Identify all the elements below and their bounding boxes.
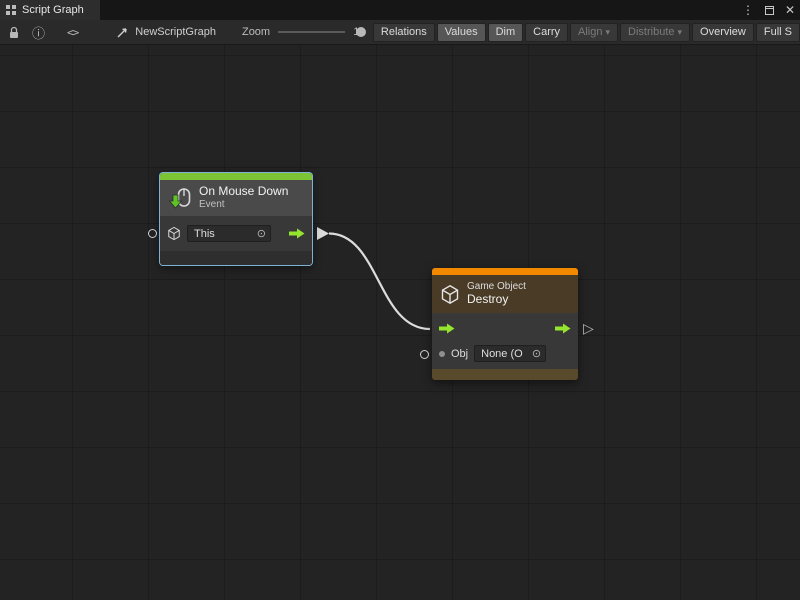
- event-node-input-port[interactable]: [148, 229, 157, 238]
- event-node-header: On Mouse Down Event: [160, 180, 312, 216]
- code-icon[interactable]: <>: [67, 26, 78, 39]
- param-label: Obj: [451, 348, 468, 360]
- window-controls: ⋮ ✕: [742, 0, 795, 20]
- relations-button[interactable]: Relations: [373, 23, 435, 42]
- script-graph-window: Script Graph ⋮ ✕ ⓘ <> NewScriptGraph: [0, 0, 800, 600]
- tab-script-graph[interactable]: Script Graph: [0, 0, 100, 20]
- event-node-port-row: This ⊙: [160, 216, 312, 251]
- graph-toolbar: ⓘ <> NewScriptGraph Zoom 1x Relations Va…: [0, 20, 800, 45]
- lock-icon[interactable]: [8, 26, 20, 39]
- maximize-icon[interactable]: [765, 6, 774, 15]
- button-label: Overview: [700, 26, 746, 38]
- window-menu-icon[interactable]: ⋮: [742, 0, 754, 20]
- connection-wire[interactable]: [329, 234, 430, 330]
- object-picker-icon[interactable]: ⊙: [532, 347, 541, 360]
- close-icon[interactable]: ✕: [785, 0, 795, 20]
- graph-pointer-icon: [116, 26, 129, 39]
- event-node-titles: On Mouse Down Event: [199, 185, 288, 210]
- fullscreen-button[interactable]: Full S: [756, 23, 800, 42]
- zoom-slider-track[interactable]: [278, 31, 345, 33]
- button-label: Full S: [764, 26, 792, 38]
- trigger-input-port-icon[interactable]: [439, 323, 455, 334]
- button-label: Relations: [381, 26, 427, 38]
- button-label: Distribute: [628, 26, 674, 38]
- zoom-label: Zoom: [242, 26, 270, 38]
- button-label: Values: [445, 26, 478, 38]
- overview-button[interactable]: Overview: [692, 23, 754, 42]
- wire-arrowhead-icon: [317, 227, 329, 240]
- node-subtitle: Event: [199, 199, 288, 211]
- graph-name: NewScriptGraph: [135, 26, 216, 38]
- destroy-node-footer: [432, 369, 578, 380]
- trigger-output-port-icon[interactable]: [289, 228, 305, 239]
- mouse-down-event-icon: [168, 186, 192, 210]
- dim-button[interactable]: Dim: [488, 23, 524, 42]
- info-icon[interactable]: ⓘ: [32, 23, 45, 42]
- wire-layer: [0, 45, 800, 600]
- titlebar: Script Graph ⋮ ✕: [0, 0, 800, 20]
- align-button[interactable]: Align ▾: [570, 23, 618, 42]
- trigger-output-port-icon[interactable]: [555, 323, 571, 334]
- node-title: Destroy: [467, 293, 526, 307]
- destroy-node-accent-strip: [432, 268, 578, 275]
- destroy-node-titles: Game Object Destroy: [467, 281, 526, 306]
- values-button[interactable]: Values: [437, 23, 486, 42]
- object-picker-icon[interactable]: ⊙: [257, 227, 266, 240]
- graph-reference[interactable]: NewScriptGraph: [116, 26, 216, 39]
- button-label: Dim: [496, 26, 516, 38]
- flow-continuation-icon: ▷: [583, 321, 594, 335]
- caret-down-icon: ▾: [678, 27, 683, 38]
- toolbar-buttons: Relations Values Dim Carry Align ▾ Distri…: [373, 23, 800, 42]
- caret-down-icon: ▾: [606, 27, 611, 38]
- button-label: Carry: [533, 26, 560, 38]
- event-node-footer: [160, 251, 312, 265]
- graph-tab-icon: [5, 4, 17, 16]
- destroy-node-input-port[interactable]: [420, 350, 429, 359]
- button-label: Align: [578, 26, 602, 38]
- carry-button[interactable]: Carry: [525, 23, 568, 42]
- destroy-node[interactable]: Game Object Destroy Obj No: [432, 268, 578, 380]
- obj-field[interactable]: None (O ⊙: [474, 345, 546, 362]
- tab-title: Script Graph: [22, 4, 84, 16]
- destroy-node-body: Obj None (O ⊙: [432, 313, 578, 369]
- target-field[interactable]: This ⊙: [187, 225, 271, 242]
- obj-param-row: Obj None (O ⊙: [439, 342, 571, 366]
- distribute-button[interactable]: Distribute ▾: [620, 23, 690, 42]
- graph-canvas[interactable]: On Mouse Down Event This ⊙: [0, 45, 800, 600]
- cube-icon: [167, 226, 181, 241]
- zoom-slider[interactable]: [278, 26, 345, 38]
- event-node-accent-strip: [160, 173, 312, 180]
- target-field-value: This: [194, 228, 215, 240]
- obj-field-value: None (O: [481, 348, 523, 360]
- cube-icon: [440, 284, 460, 305]
- on-mouse-down-node[interactable]: On Mouse Down Event This ⊙: [160, 173, 312, 265]
- flow-port-row: [439, 317, 571, 341]
- value-port-dot[interactable]: [439, 351, 445, 357]
- destroy-node-header: Game Object Destroy: [432, 275, 578, 313]
- node-title: On Mouse Down: [199, 185, 288, 199]
